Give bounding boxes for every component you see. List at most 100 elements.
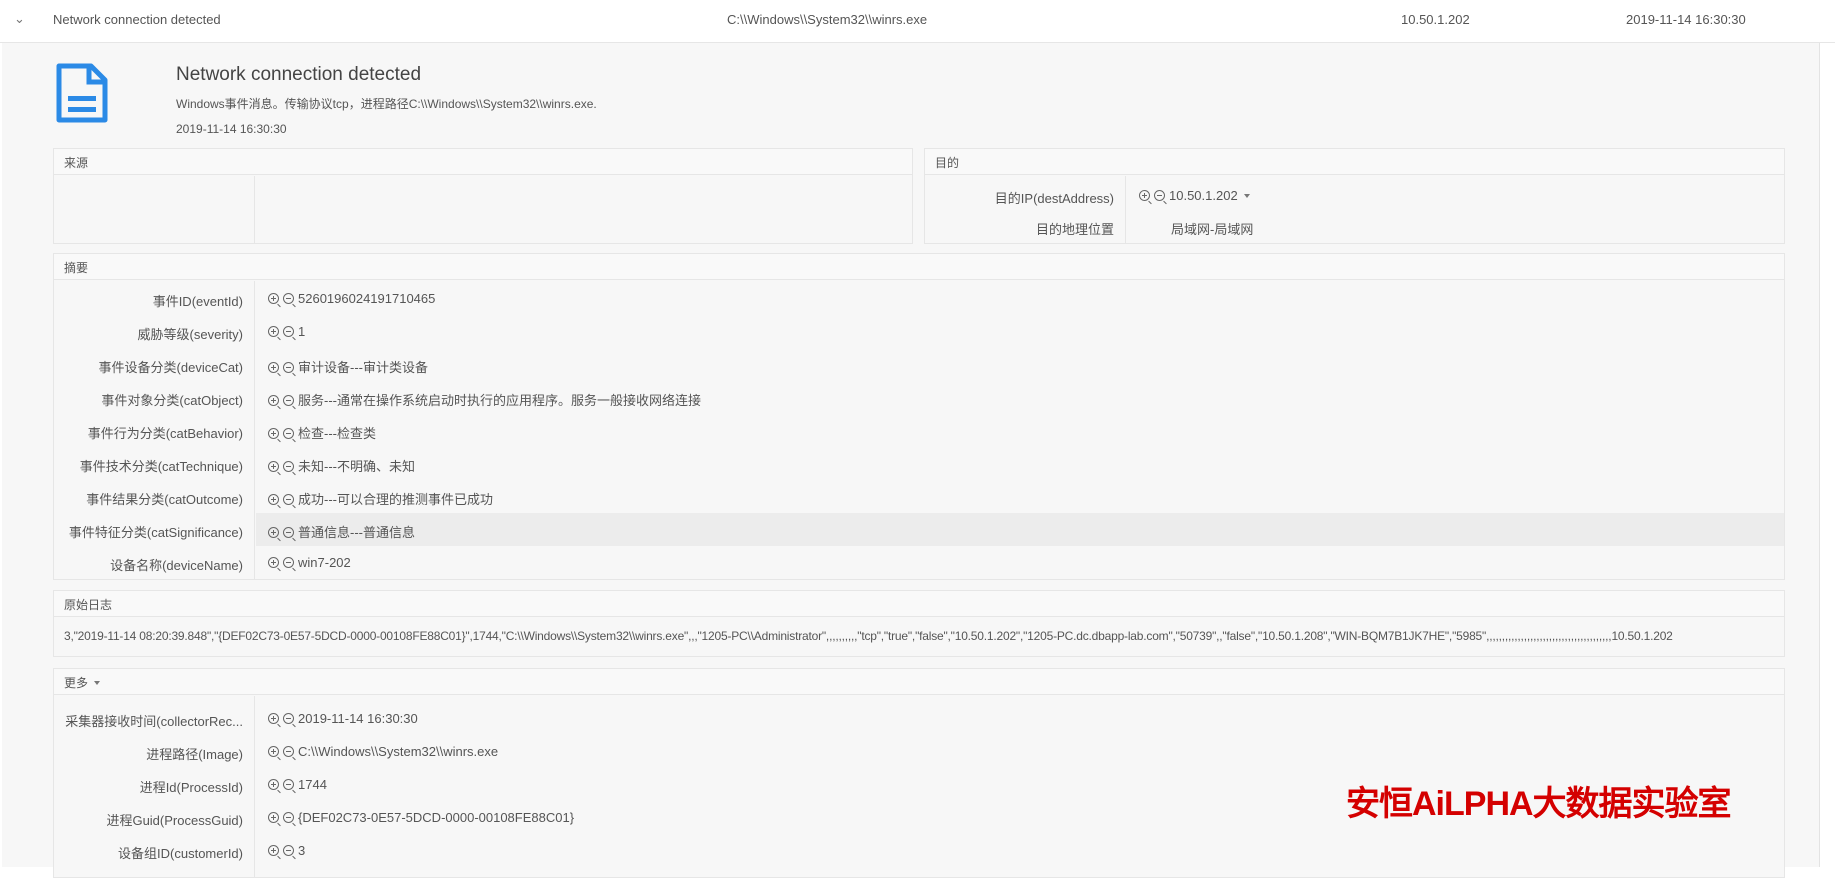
- zoom-out-icon[interactable]: [283, 779, 294, 790]
- field-label: 设备名称(deviceName): [110, 558, 243, 573]
- field-row: 事件行为分类(catBehavior) 检查---检查类: [54, 414, 1784, 447]
- field-row: 事件对象分类(catObject) 服务---通常在操作系统启动时执行的应用程序。…: [54, 381, 1784, 414]
- document-icon: [56, 63, 108, 123]
- field-label: 目的IP(destAddress): [994, 191, 1114, 206]
- zoom-in-icon[interactable]: [268, 845, 279, 856]
- dest-panel: 目的 目的IP(destAddress) 10.50.1.202 目的地理位置 …: [924, 148, 1785, 244]
- rawlog-text: 3,"2019-11-14 08:20:39.848","{DEF02C73-0…: [64, 629, 1673, 643]
- field-label: 事件行为分类(catBehavior): [87, 426, 243, 441]
- field-row: 进程路径(Image) C:\\Windows\\System32\\winrs.…: [54, 735, 1784, 768]
- zoom-out-icon[interactable]: [283, 527, 294, 538]
- source-panel: 来源: [53, 148, 913, 244]
- field-value: 检查---检查类: [298, 426, 376, 441]
- field-row: 事件设备分类(deviceCat) 审计设备---审计类设备: [54, 348, 1784, 381]
- zoom-out-icon[interactable]: [283, 326, 294, 337]
- field-label: 进程Id(ProcessId): [139, 780, 243, 795]
- field-value: 局域网-局域网: [1171, 222, 1254, 237]
- field-value: 未知---不明确、未知: [298, 459, 415, 474]
- event-name: Network connection detected: [53, 12, 221, 27]
- field-label: 目的地理位置: [1035, 222, 1114, 237]
- zoom-in-icon[interactable]: [268, 494, 279, 505]
- field-row: 威胁等级(severity) 1: [54, 315, 1784, 348]
- field-label: 事件特征分类(catSignificance): [68, 525, 243, 540]
- field-label: 进程Guid(ProcessGuid): [106, 813, 243, 828]
- field-row: 设备名称(deviceName) win7-202: [54, 546, 1784, 579]
- watermark: 安恒AiLPHA大数据实验室: [1346, 785, 1732, 823]
- zoom-out-icon[interactable]: [283, 557, 294, 568]
- zoom-in-icon[interactable]: [268, 713, 279, 724]
- field-value: 普通信息---普通信息: [298, 525, 415, 540]
- zoom-out-icon[interactable]: [283, 746, 294, 757]
- summary-panel: 摘要 事件ID(eventId) 5260196024191710465 威胁等级(…: [53, 253, 1785, 580]
- dest-title: 目的: [925, 149, 1784, 175]
- source-title: 来源: [54, 149, 912, 175]
- field-label: 事件ID(eventId): [152, 294, 243, 309]
- field-value: 5260196024191710465: [298, 291, 436, 306]
- zoom-out-icon[interactable]: [283, 395, 294, 406]
- zoom-in-icon[interactable]: [268, 395, 279, 406]
- event-path: C:\\Windows\\System32\\winrs.exe: [727, 12, 928, 27]
- field-value: 2019-11-14 16:30:30: [298, 711, 418, 726]
- field-label: 进程路径(Image): [146, 747, 243, 762]
- field-label: 设备组ID(customerId): [118, 846, 243, 861]
- summary-title: 摘要: [54, 254, 1784, 280]
- detail-time: 2019-11-14 16:30:30: [176, 122, 287, 136]
- field-row: 设备组ID(customerId) 3: [54, 834, 1784, 867]
- event-detail: Network connection detected Windows事件消息。…: [2, 43, 1820, 878]
- field-value: 审计设备---审计类设备: [298, 360, 428, 375]
- zoom-out-icon[interactable]: [283, 713, 294, 724]
- zoom-in-icon[interactable]: [268, 812, 279, 823]
- field-row: 事件技术分类(catTechnique) 未知---不明确、未知: [54, 447, 1784, 480]
- more-toggle[interactable]: 更多: [54, 669, 1784, 695]
- event-row[interactable]: ⌄ Network connection detected C:\\Window…: [0, 0, 1835, 43]
- field-label: 采集器接收时间(collectorRec...: [65, 714, 243, 729]
- field-row: 目的IP(destAddress) 10.50.1.202: [925, 179, 1784, 212]
- field-label: 事件结果分类(catOutcome): [86, 492, 243, 507]
- field-value: 10.50.1.202: [1169, 188, 1238, 203]
- zoom-out-icon[interactable]: [283, 494, 294, 505]
- zoom-in-icon[interactable]: [268, 428, 279, 439]
- rawlog-title: 原始日志: [54, 591, 1784, 617]
- zoom-out-icon[interactable]: [283, 293, 294, 304]
- detail-description: Windows事件消息。传输协议tcp，进程路径C:\\Windows\\Sys…: [176, 97, 597, 111]
- field-row: 事件ID(eventId) 5260196024191710465: [54, 282, 1784, 315]
- chevron-down-icon[interactable]: ⌄: [14, 11, 25, 27]
- detail-title: Network connection detected: [176, 64, 422, 85]
- field-value: {DEF02C73-0E57-5DCD-0000-00108FE88C01}: [298, 810, 575, 825]
- zoom-in-icon[interactable]: [268, 557, 279, 568]
- field-value: 1744: [298, 777, 327, 792]
- zoom-out-icon[interactable]: [283, 845, 294, 856]
- zoom-in-icon[interactable]: [268, 326, 279, 337]
- zoom-out-icon[interactable]: [1154, 190, 1165, 201]
- zoom-in-icon[interactable]: [268, 362, 279, 373]
- zoom-out-icon[interactable]: [283, 812, 294, 823]
- field-row: 事件结果分类(catOutcome) 成功---可以合理的推测事件已成功: [54, 480, 1784, 513]
- caret-down-icon[interactable]: [1243, 194, 1250, 198]
- field-label: 事件设备分类(deviceCat): [98, 360, 243, 375]
- zoom-in-icon[interactable]: [268, 461, 279, 472]
- field-value: 3: [298, 843, 306, 858]
- field-row: 事件特征分类(catSignificance) 普通信息---普通信息: [54, 513, 1784, 546]
- event-time: 2019-11-14 16:30:30: [1626, 12, 1746, 27]
- more-title: 更多: [64, 676, 89, 690]
- zoom-in-icon[interactable]: [268, 293, 279, 304]
- field-label: 事件对象分类(catObject): [101, 393, 243, 408]
- zoom-in-icon[interactable]: [268, 779, 279, 790]
- zoom-in-icon[interactable]: [268, 527, 279, 538]
- field-label: 事件技术分类(catTechnique): [79, 459, 243, 474]
- field-value: 1: [298, 324, 306, 339]
- field-value: 服务---通常在操作系统启动时执行的应用程序。服务一般接收网络连接: [298, 393, 701, 408]
- more-panel: 更多 采集器接收时间(collectorRec... 2019-11-14 16:…: [53, 668, 1785, 878]
- field-value: 成功---可以合理的推测事件已成功: [298, 492, 493, 507]
- field-label: 威胁等级(severity): [137, 327, 243, 342]
- zoom-in-icon[interactable]: [1139, 190, 1150, 201]
- field-row: 采集器接收时间(collectorRec... 2019-11-14 16:30:…: [54, 702, 1784, 735]
- zoom-in-icon[interactable]: [268, 746, 279, 757]
- zoom-out-icon[interactable]: [283, 428, 294, 439]
- event-ip: 10.50.1.202: [1401, 12, 1470, 27]
- field-value: C:\\Windows\\System32\\winrs.exe: [298, 744, 499, 759]
- rawlog-panel: 原始日志 3,"2019-11-14 08:20:39.848","{DEF02…: [53, 590, 1785, 657]
- zoom-out-icon[interactable]: [283, 362, 294, 373]
- zoom-out-icon[interactable]: [283, 461, 294, 472]
- field-value: win7-202: [298, 555, 351, 570]
